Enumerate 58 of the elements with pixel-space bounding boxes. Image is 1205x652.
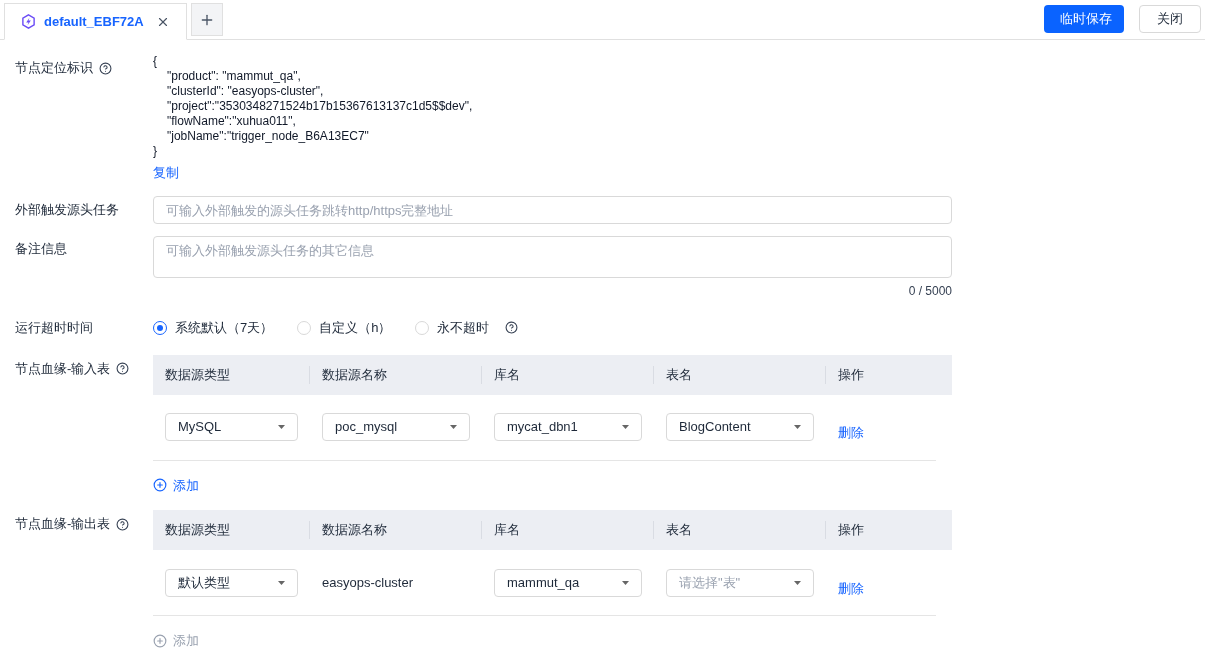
- radio-option[interactable]: 自定义（h）: [297, 318, 392, 338]
- field-label: 节点定位标识: [15, 59, 93, 78]
- select-field[interactable]: poc_mysql: [322, 413, 470, 441]
- plus-circle-icon: [153, 633, 167, 648]
- column-header: 数据源名称: [322, 365, 387, 384]
- column-header: 数据源名称: [322, 521, 387, 540]
- caret-icon: [450, 425, 457, 429]
- column-header: 表名: [666, 521, 692, 540]
- radio-option[interactable]: 系统默认（7天）: [153, 318, 274, 338]
- select-field[interactable]: 默认类型: [165, 568, 298, 597]
- delete-link[interactable]: 删除: [838, 423, 864, 443]
- add-button[interactable]: 添加: [153, 475, 199, 495]
- code-line: "jobName":"trigger_node_B6A13EC7": [166, 129, 370, 144]
- column-header: 表名: [666, 365, 692, 384]
- field-label: 运行超时时间: [15, 319, 93, 337]
- close-button[interactable]: 关闭: [1139, 5, 1201, 33]
- column-header: 数据源类型: [165, 365, 230, 384]
- notes-textarea[interactable]: 可输入外部触发源头任务的其它信息: [153, 236, 952, 278]
- select-field[interactable]: mammut_qa: [494, 568, 642, 597]
- column-header: 操作: [838, 521, 864, 540]
- column-header: 库名: [494, 365, 520, 384]
- lightning-badge-icon: [21, 14, 36, 29]
- delete-link[interactable]: 删除: [838, 578, 864, 599]
- save-button[interactable]: 临时保存: [1044, 5, 1124, 33]
- field-label: 节点血缘-输入表: [15, 359, 111, 378]
- code-line: {: [153, 54, 158, 69]
- help-icon[interactable]: [99, 61, 112, 75]
- field-label: 节点血缘-输出表: [15, 515, 111, 534]
- plus-circle-icon: [153, 478, 167, 493]
- code-line: "product": "mammut_qa",: [166, 69, 302, 84]
- table-cell-text: easyops-cluster: [322, 573, 414, 592]
- select-field[interactable]: MySQL: [165, 413, 298, 441]
- caret-icon: [622, 425, 629, 429]
- radio-option[interactable]: 永不超时: [415, 318, 490, 338]
- select-field[interactable]: mycat_dbn1: [494, 413, 642, 441]
- column-header: 数据源类型: [165, 521, 230, 540]
- caret-icon: [794, 425, 801, 429]
- caret-icon: [278, 425, 285, 429]
- tab[interactable]: default_EBF72A: [4, 3, 187, 40]
- code-line: "flowName":"xuhua011",: [166, 114, 297, 129]
- caret-icon: [794, 580, 801, 585]
- select-field[interactable]: BlogContent: [666, 413, 814, 441]
- code-line: "project":"3530348271524b17b15367613137c1d5$$dev",: [166, 99, 473, 114]
- column-header: 操作: [838, 365, 864, 384]
- caret-icon: [622, 580, 629, 585]
- caret-icon: [278, 580, 285, 585]
- new-tab-button[interactable]: [190, 3, 223, 36]
- help-icon[interactable]: [116, 517, 130, 531]
- code-line: "clusterId": "easyops-cluster",: [166, 84, 325, 99]
- copy-link[interactable]: 复制: [153, 163, 179, 183]
- character-counter: 0 / 5000: [908, 284, 952, 298]
- help-icon[interactable]: [505, 321, 519, 335]
- help-icon[interactable]: [116, 362, 130, 375]
- field-label: 外部触发源头任务: [15, 201, 119, 220]
- code-line: }: [153, 144, 158, 159]
- field-label: 备注信息: [15, 240, 67, 259]
- url-input-field[interactable]: 可输入外部触发的源头任务跳转http/https完整地址: [153, 196, 952, 224]
- column-header: 库名: [494, 521, 520, 540]
